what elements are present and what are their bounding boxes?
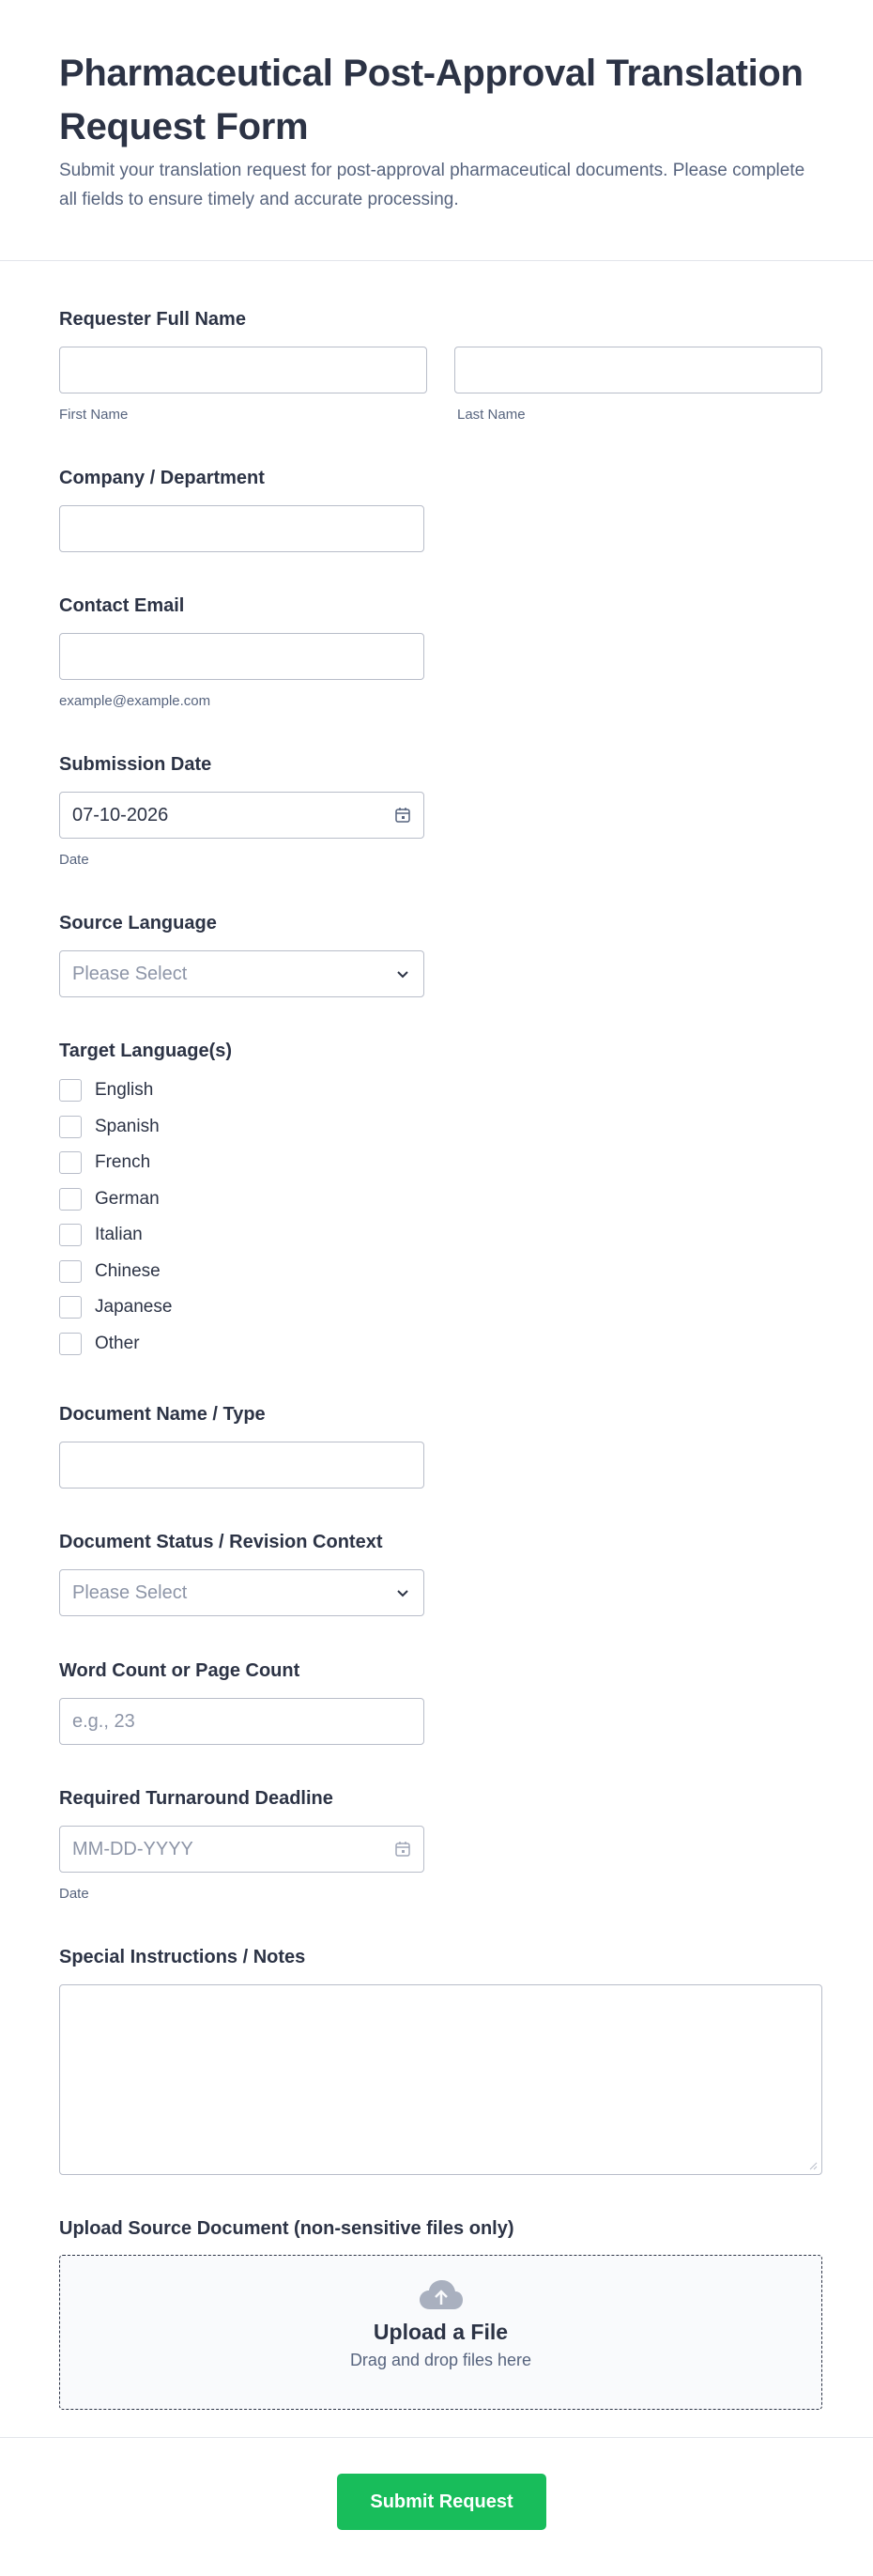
form-title: Pharmaceutical Post-Approval Translation… (59, 53, 804, 147)
checkbox[interactable] (59, 1260, 82, 1283)
source-language-placeholder: Please Select (72, 963, 188, 984)
checkbox[interactable] (59, 1151, 82, 1174)
submission-date-label: Submission Date (59, 754, 212, 775)
footer-divider (0, 2437, 873, 2438)
upload-subtitle: Drag and drop files here (349, 2351, 532, 2369)
chevron-down-icon (397, 1590, 408, 1597)
deadline-sublabel: Date (59, 1886, 89, 1902)
option-label: Other (95, 1334, 140, 1353)
cloud-upload-icon (419, 2280, 463, 2309)
checkbox[interactable] (59, 1079, 82, 1102)
resize-handle-icon[interactable] (808, 2161, 818, 2170)
deadline-input[interactable]: MM-DD-YYYY (59, 1826, 424, 1873)
option-label: Italian (95, 1225, 143, 1244)
upload-label: Upload Source Document (non-sensitive fi… (59, 2218, 514, 2239)
option-label: Spanish (95, 1117, 160, 1136)
deadline-label: Required Turnaround Deadline (59, 1788, 333, 1809)
email-label: Contact Email (59, 595, 185, 616)
form-description: Submit your translation request for post… (59, 161, 805, 209)
calendar-icon[interactable] (393, 1840, 412, 1859)
word-count-placeholder: e.g., 23 (72, 1710, 135, 1732)
target-language-option-spanish[interactable]: Spanish (59, 1115, 160, 1139)
submit-button[interactable]: Submit Request (337, 2474, 546, 2530)
target-language-option-italian[interactable]: Italian (59, 1223, 143, 1247)
target-languages-label: Target Language(s) (59, 1041, 233, 1061)
submission-date-value: 07-10-2026 (72, 804, 169, 825)
option-label: French (95, 1152, 151, 1172)
option-label: Japanese (95, 1297, 173, 1317)
checkbox[interactable] (59, 1296, 82, 1319)
option-label: German (95, 1189, 160, 1209)
notes-label: Special Instructions / Notes (59, 1947, 306, 1967)
option-label: Chinese (95, 1261, 161, 1281)
target-language-option-japanese[interactable]: Japanese (59, 1295, 172, 1319)
last-name-sublabel: Last Name (457, 407, 526, 423)
upload-dropzone[interactable]: Upload a File Drag and drop files here (59, 2255, 822, 2410)
last-name-input[interactable] (454, 347, 822, 393)
company-input[interactable] (59, 505, 424, 552)
target-language-option-english[interactable]: English (59, 1078, 153, 1103)
deadline-placeholder: MM-DD-YYYY (72, 1838, 193, 1859)
checkbox[interactable] (59, 1116, 82, 1138)
company-label: Company / Department (59, 468, 265, 488)
document-status-placeholder: Please Select (72, 1581, 188, 1603)
upload-title: Upload a File (373, 2320, 509, 2344)
submission-date-sublabel: Date (59, 852, 89, 868)
target-language-option-french[interactable]: French (59, 1150, 150, 1175)
form-header: Pharmaceutical Post-Approval Translation… (0, 0, 873, 261)
word-count-label: Word Count or Page Count (59, 1660, 300, 1681)
notes-textarea[interactable] (59, 1984, 822, 2175)
document-name-label: Document Name / Type (59, 1404, 266, 1425)
option-label: English (95, 1080, 154, 1100)
email-input[interactable] (59, 633, 424, 680)
submission-date-input[interactable]: 07-10-2026 (59, 792, 424, 839)
full-name-label: Requester Full Name (59, 309, 246, 330)
document-name-input[interactable] (59, 1442, 424, 1489)
source-language-label: Source Language (59, 913, 217, 933)
first-name-sublabel: First Name (59, 407, 129, 423)
checkbox[interactable] (59, 1224, 82, 1246)
source-language-select[interactable]: Please Select (59, 950, 424, 997)
form-page: Pharmaceutical Post-Approval Translation… (0, 0, 873, 2576)
document-status-label: Document Status / Revision Context (59, 1532, 383, 1552)
checkbox[interactable] (59, 1188, 82, 1211)
word-count-input[interactable]: e.g., 23 (59, 1698, 424, 1745)
calendar-icon[interactable] (393, 806, 412, 825)
chevron-down-icon (397, 971, 408, 979)
target-language-option-other[interactable]: Other (59, 1332, 140, 1356)
checkbox[interactable] (59, 1333, 82, 1355)
target-language-option-chinese[interactable]: Chinese (59, 1259, 161, 1284)
document-status-select[interactable]: Please Select (59, 1569, 424, 1616)
first-name-input[interactable] (59, 347, 427, 393)
target-language-option-german[interactable]: German (59, 1187, 160, 1211)
email-sublabel: example@example.com (59, 693, 211, 709)
